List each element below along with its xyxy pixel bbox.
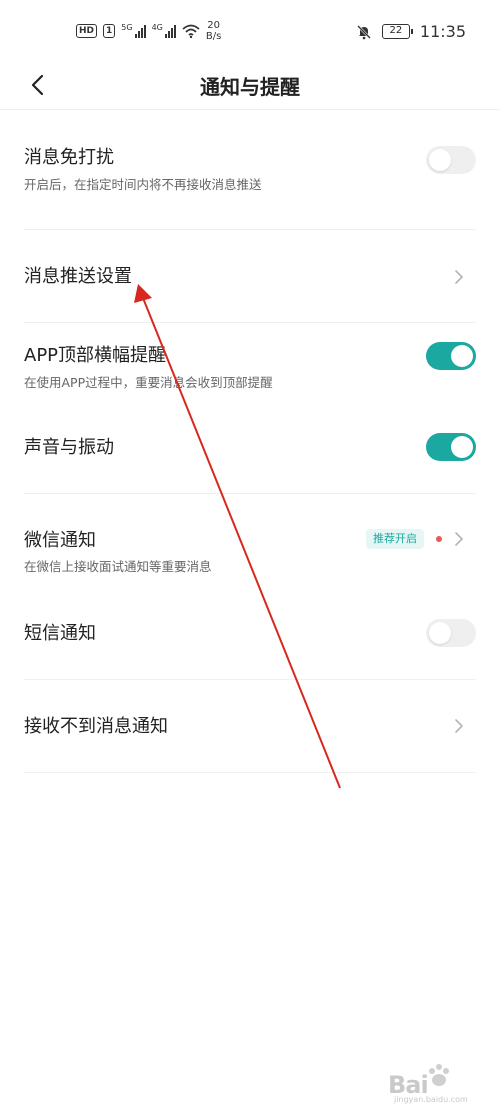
paw-logo-icon	[429, 1064, 449, 1086]
arrow-shaft	[142, 297, 341, 789]
watermark: Bai jingyan.baidu.com	[388, 1064, 488, 1104]
arrow-head-icon	[134, 284, 152, 303]
annotation-arrow	[134, 284, 341, 789]
watermark-sub: jingyan.baidu.com	[394, 1095, 468, 1104]
